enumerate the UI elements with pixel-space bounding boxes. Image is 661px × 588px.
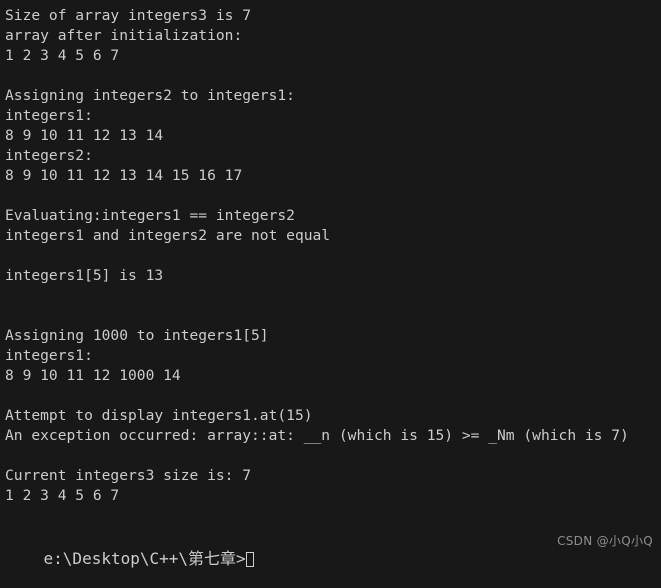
- console-line: 1 2 3 4 5 6 7: [5, 47, 120, 64]
- console-line: 8 9 10 11 12 13 14 15 16 17: [5, 167, 243, 184]
- console-line: integers1[5] is 13: [5, 267, 164, 284]
- console-line: 8 9 10 11 12 13 14: [5, 127, 164, 144]
- console-line: integers1:: [5, 107, 93, 124]
- console-line: integers2:: [5, 147, 93, 164]
- csdn-watermark: CSDN @小Q小Q: [557, 534, 653, 548]
- console-line: 8 9 10 11 12 1000 14: [5, 367, 181, 384]
- console-output: Size of array integers3 is 7 array after …: [5, 6, 661, 526]
- terminal-window[interactable]: Size of array integers3 is 7 array after …: [0, 0, 661, 568]
- console-line: integers1:: [5, 347, 93, 364]
- console-line: Current integers3 size is: 7: [5, 467, 252, 484]
- text-cursor: [245, 552, 254, 567]
- console-line: array after initialization:: [5, 27, 243, 44]
- prompt-path: e:\Desktop\C++\第七章>: [43, 549, 246, 568]
- console-line: integers1 and integers2 are not equal: [5, 227, 331, 244]
- console-line: Attempt to display integers1.at(15): [5, 407, 313, 424]
- console-line: An exception occurred: array::at: __n (w…: [5, 427, 629, 444]
- console-line: 1 2 3 4 5 6 7: [5, 487, 120, 504]
- console-line: Assigning 1000 to integers1[5]: [5, 327, 269, 344]
- console-line: Evaluating:integers1 == integers2: [5, 207, 295, 224]
- console-line: Assigning integers2 to integers1:: [5, 87, 295, 104]
- console-line: Size of array integers3 is 7: [5, 7, 252, 24]
